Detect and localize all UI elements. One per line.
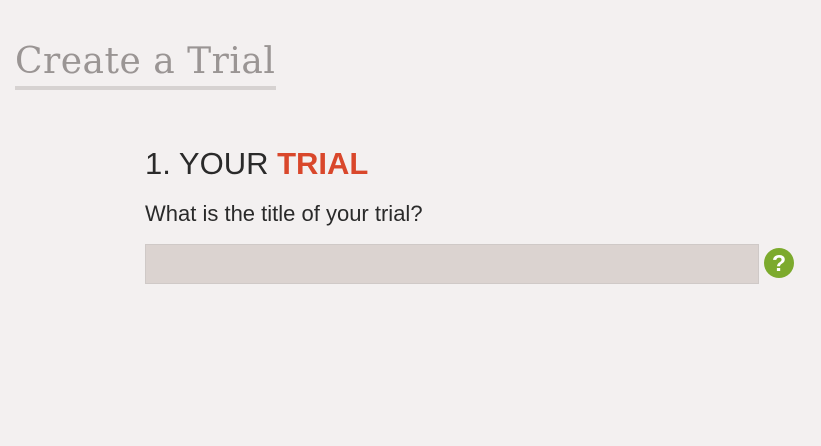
help-glyph: ?: [772, 250, 786, 276]
section-heading: 1. YOUR TRIAL: [145, 144, 805, 184]
page-title: Create a Trial: [15, 40, 277, 90]
trial-section: 1. YOUR TRIAL What is the title of your …: [145, 144, 805, 284]
section-heading-prefix: 1. YOUR: [145, 146, 278, 181]
section-heading-accent: TRIAL: [277, 146, 369, 181]
trial-title-question-label: What is the title of your trial?: [145, 201, 423, 226]
question-circle-icon: ?: [764, 248, 794, 278]
trial-title-input[interactable]: [145, 244, 759, 284]
help-icon[interactable]: ?: [764, 248, 794, 278]
trial-title-field-row: ?: [145, 244, 805, 284]
